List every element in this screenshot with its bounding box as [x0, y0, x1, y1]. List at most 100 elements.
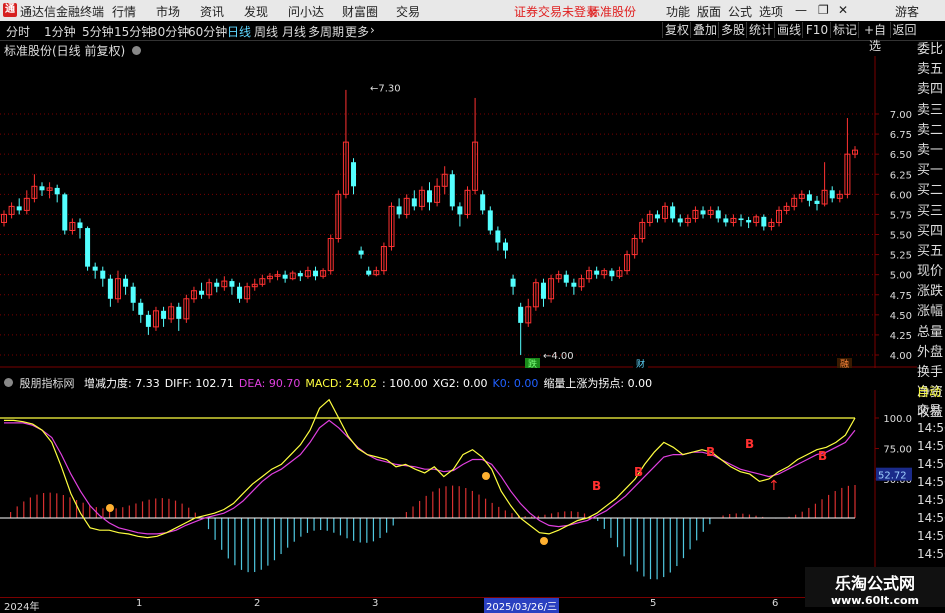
menu-formula[interactable]: 公式	[728, 3, 752, 20]
chart-settings-icon[interactable]	[132, 46, 142, 55]
candle-body	[609, 270, 615, 277]
menu-news[interactable]: 资讯	[200, 3, 224, 20]
menu-ask[interactable]: 问小达	[288, 3, 324, 20]
trade-time: 14:56	[917, 493, 945, 507]
y-tick-label: 6.75	[890, 130, 912, 141]
btn-fuquan[interactable]: 复权	[662, 22, 691, 38]
hand-pointer-icon	[482, 472, 490, 480]
menu-layout[interactable]: 版面	[697, 3, 721, 20]
quote-field-label: 卖一	[917, 142, 944, 158]
candle-body	[723, 218, 729, 223]
quote-field-label: 卖四	[917, 82, 944, 98]
y-tick-label: 6.00	[890, 190, 912, 201]
candle-body	[700, 210, 706, 215]
indicator-header: 殷朋指标网 增减力度: 7.33 DIFF: 102.71 DEA: 90.70 MA…	[4, 375, 652, 391]
y-tick-label: 75.00	[883, 445, 912, 456]
menu-quotes[interactable]: 行情	[112, 3, 136, 20]
candle-body	[594, 270, 600, 275]
candle-body	[829, 190, 835, 199]
quote-field-label: 买一	[917, 163, 944, 179]
trade-time: 14:56	[917, 547, 945, 561]
x-label-highlight: 2025/03/26/三	[484, 598, 560, 613]
menu-function[interactable]: 功能	[666, 3, 690, 20]
login-status[interactable]: 证券交易未登录	[514, 3, 598, 20]
candle-body	[715, 210, 721, 219]
candle-body	[351, 162, 357, 187]
candlestick-chart[interactable]: 7.00 6.75 6.50 6.25 6.00 5.75 5.50 5.25 5.00 4.75…	[0, 56, 917, 368]
quote-field-label: 委比	[917, 42, 944, 57]
x-label: 2024年	[4, 602, 40, 613]
indicator-params: 增减力度: 7.33 DIFF: 102.71 DEA: 90.70 MACD: 24…	[78, 377, 652, 390]
menu-discover[interactable]: 发现	[244, 3, 268, 20]
quote-field-label: 买五	[917, 243, 944, 259]
period-1min[interactable]: 1分钟	[44, 23, 76, 40]
menu-options[interactable]: 选项	[759, 3, 783, 20]
candle-body	[62, 194, 68, 231]
buy-signal-mark: B	[592, 479, 601, 493]
period-week[interactable]: 周线	[254, 23, 278, 40]
candle-body	[358, 250, 364, 255]
period-multi[interactable]: 多周期	[308, 23, 344, 40]
period-15min[interactable]: 15分钟	[114, 23, 153, 40]
btn-stats[interactable]: 统计	[746, 22, 775, 38]
candle-body	[540, 282, 546, 299]
period-30min[interactable]: 30分钟	[150, 23, 189, 40]
candle-body	[54, 187, 60, 195]
candle-body	[670, 206, 676, 219]
period-more[interactable]: 更多	[345, 23, 369, 40]
candle-body	[229, 281, 235, 287]
x-axis: 2024年 1 2 3 2025/03/26/三 5 6	[0, 597, 917, 613]
btn-add-watch[interactable]: +自选	[858, 22, 891, 53]
menu-market[interactable]: 市场	[156, 3, 180, 20]
candle-body	[457, 206, 463, 215]
btn-f10[interactable]: F10	[802, 22, 831, 38]
candle-body	[518, 306, 524, 323]
period-tick[interactable]: 分时	[6, 23, 30, 40]
indicator-param: XG2: 0.00	[432, 377, 488, 390]
btn-mark[interactable]: 标记	[830, 22, 859, 38]
btn-back[interactable]: 返回	[890, 22, 918, 38]
candle-body	[16, 206, 22, 211]
quote-field-label: 卖五	[917, 62, 944, 78]
candle-body	[480, 194, 486, 211]
indicator-chart[interactable]: 100.075.0050.0052.72BBBBB↑	[0, 390, 917, 595]
menu-wealth[interactable]: 财富圈	[342, 3, 378, 20]
quote-panel: 委比 卖五 卖四 卖三 卖二 卖一 买一 买二 买三 买四 买五 现价 涨跌 涨幅 总量 外盘 换手 净资 收益	[917, 40, 945, 420]
buy-signal-mark: B	[745, 437, 754, 451]
event-tag: 融	[840, 359, 849, 368]
trade-time: 14:56	[917, 511, 945, 525]
candle-body	[571, 282, 577, 287]
period-60min[interactable]: 60分钟	[188, 23, 227, 40]
indicator-settings-icon[interactable]	[4, 378, 13, 387]
restore-icon[interactable]: ❐	[818, 3, 829, 17]
event-tag: 跌	[528, 359, 537, 368]
btn-draw[interactable]: 画线	[774, 22, 803, 38]
period-day[interactable]: 日线	[227, 23, 251, 40]
close-icon[interactable]: ✕	[838, 3, 848, 17]
menu-trade[interactable]: 交易	[396, 3, 420, 20]
high-marker: ←7.30	[370, 84, 401, 95]
quote-field-label: 总量	[917, 324, 944, 340]
indicator-name[interactable]: 殷朋指标网	[20, 377, 75, 390]
trade-option[interactable]: 自动	[917, 383, 945, 401]
y-tick-label: 4.00	[890, 351, 912, 362]
app-title: 通达信金融终端	[20, 5, 105, 19]
btn-multi-stock[interactable]: 多股	[718, 22, 747, 38]
period-month[interactable]: 月线	[282, 23, 306, 40]
buy-signal-mark: B	[818, 449, 827, 463]
watermark-url: www.60lt.com	[830, 594, 920, 607]
candle-body	[495, 230, 501, 243]
candle-body	[449, 174, 455, 207]
candle-body	[738, 218, 744, 221]
more-arrow-icon[interactable]: ›	[370, 23, 375, 37]
candle-body	[176, 306, 182, 319]
hand-pointer-icon	[106, 504, 114, 512]
quote-field-label: 买四	[917, 223, 944, 239]
guest-label[interactable]: 游客	[895, 3, 919, 20]
period-5min[interactable]: 5分钟	[82, 23, 114, 40]
y-tick-label: 5.00	[890, 271, 912, 282]
trade-option[interactable]: 交易	[917, 401, 945, 419]
minimize-icon[interactable]: —	[795, 3, 807, 17]
btn-overlay[interactable]: 叠加	[690, 22, 719, 38]
y-tick-label: 6.50	[890, 150, 912, 161]
